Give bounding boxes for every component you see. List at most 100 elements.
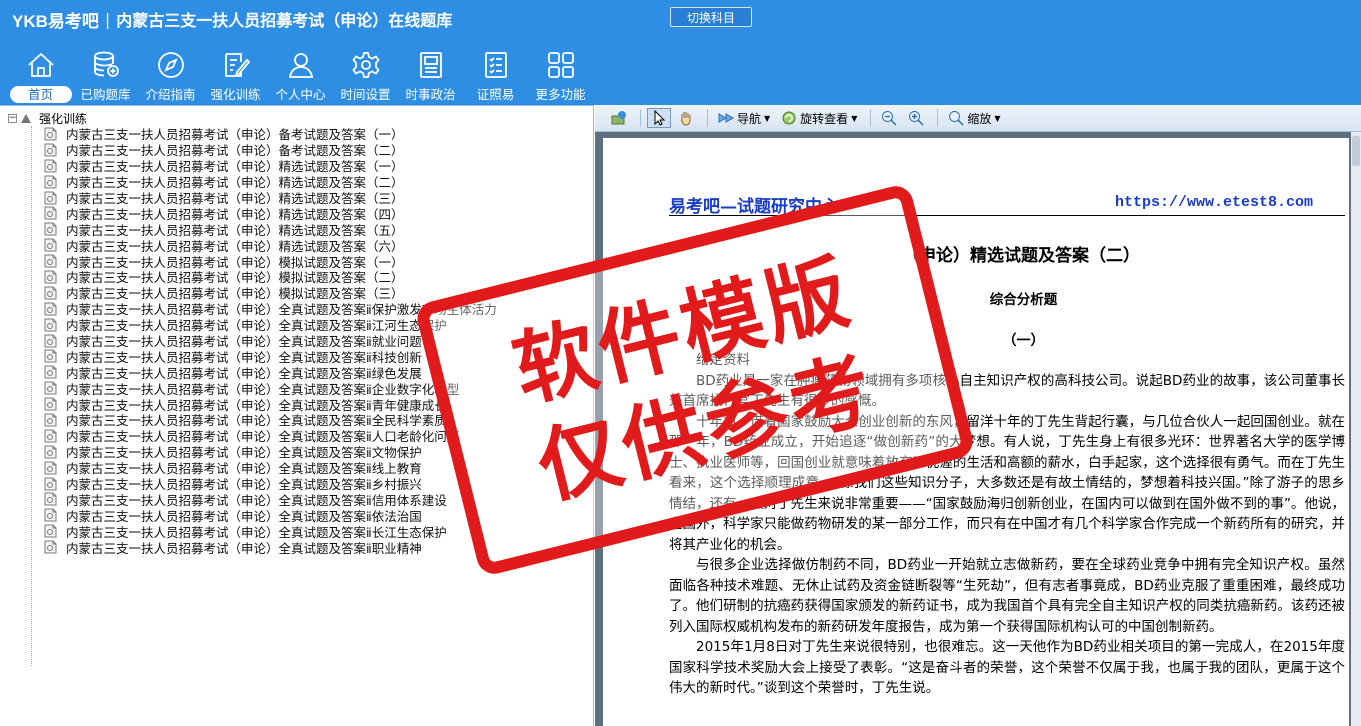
- toolbar-label: 介绍指南: [145, 87, 196, 102]
- paragraph: 2015年1月8日对丁先生来说很特别，也很难忘。这一天他作为BD药业相关项目的第…: [669, 639, 1345, 696]
- save-page-button[interactable]: [607, 108, 631, 128]
- tree-root[interactable]: − 强化训练: [8, 111, 87, 126]
- hand-tool-button[interactable]: [674, 108, 698, 128]
- toolbar-training[interactable]: 强化训练: [203, 48, 268, 104]
- zoom-in-button[interactable]: [904, 108, 928, 128]
- database-icon: [91, 50, 121, 80]
- chevron-down-icon: ▼: [851, 113, 858, 123]
- toolbar-certificate[interactable]: 证照易: [463, 48, 528, 104]
- toolbar-label: 已购题库: [80, 87, 131, 102]
- root-folder-icon: [21, 113, 31, 123]
- document-icon: [44, 127, 57, 141]
- tree-guide-line: [31, 126, 32, 666]
- nav-icon: [718, 113, 734, 123]
- paragraph: 与很多企业选择做仿制药不同，BD药业一开始就立志做新药，要在全球药业竞争中拥有完…: [669, 557, 1345, 635]
- zoom-label: 缩放: [967, 111, 992, 126]
- zoom-menu-button[interactable]: 缩放 ▼: [944, 108, 1004, 128]
- document-icon: [44, 206, 57, 220]
- toolbar-separator: [870, 109, 872, 127]
- document-icon: [44, 492, 57, 506]
- document-icon: [44, 540, 57, 554]
- document-icon: [44, 381, 57, 395]
- document-icon: [44, 349, 57, 363]
- rotate-icon: [782, 111, 796, 125]
- document-icon: [44, 413, 57, 427]
- toolbar-label: 强化训练: [210, 87, 261, 102]
- tree-item[interactable]: 内蒙古三支一扶人员招募考试（申论）全真试题及答案ⅱ职业精神: [44, 539, 497, 556]
- switch-subject-button[interactable]: 切换科目: [670, 7, 752, 27]
- edit-icon: [221, 50, 251, 80]
- document-icon: [44, 397, 57, 411]
- document-icon: [44, 254, 57, 268]
- document-icon: [44, 445, 57, 459]
- zoom-in-icon: [909, 111, 924, 126]
- cursor-icon: [654, 110, 666, 126]
- hand-icon: [681, 112, 691, 126]
- compass-icon: [156, 50, 186, 80]
- nav-menu-button[interactable]: 导航 ▼: [714, 108, 774, 128]
- newspaper-icon: [416, 50, 446, 80]
- document-icon: [44, 238, 57, 252]
- document-icon: [44, 461, 57, 475]
- rotate-menu-button[interactable]: 旋转查看 ▼: [777, 108, 861, 128]
- tree-item-label: 内蒙古三支一扶人员招募考试（申论）全真试题及答案ⅱ职业精神: [66, 540, 422, 556]
- viewer-toolbar: 导航 ▼ 旋转查看 ▼ 缩放 ▼: [595, 105, 1361, 132]
- rotate-label: 旋转查看: [800, 111, 849, 126]
- document-icon: [44, 143, 57, 157]
- toolbar-profile[interactable]: 个人中心: [268, 48, 333, 104]
- scrollbar-thumb[interactable]: [1352, 136, 1360, 166]
- document-icon: [44, 477, 57, 491]
- toolbar-current-affairs[interactable]: 时事政治: [398, 48, 463, 104]
- zoom-out-icon: [882, 111, 897, 126]
- toolbar-separator: [937, 109, 939, 127]
- chevron-down-icon: ▼: [994, 113, 1001, 123]
- document-icon: [44, 175, 57, 189]
- chevron-down-icon: ▼: [764, 113, 771, 123]
- home-icon: [26, 50, 56, 80]
- document-icon: [44, 508, 57, 522]
- app-title-text: 内蒙古三支一扶人员招募考试（申论）在线题库: [116, 11, 453, 30]
- grid-icon: [546, 50, 576, 80]
- document-icon: [44, 334, 57, 348]
- document-icon: [44, 524, 57, 538]
- document-icon: [44, 270, 57, 284]
- document-icon: [44, 302, 57, 316]
- app-logo: YKB易考吧: [12, 11, 99, 31]
- main-toolbar: 首页 已购题库 介绍指南 强化训练 个人中心 时间设置 时事政治 证照易 更多功…: [8, 48, 593, 104]
- document-icon: [44, 286, 57, 300]
- user-icon: [286, 50, 316, 80]
- toolbar-home[interactable]: 首页: [8, 48, 73, 104]
- toolbar-label: 个人中心: [275, 87, 326, 102]
- app-header: YKB易考吧 | 内蒙古三支一扶人员招募考试（申论）在线题库 切换科目 首页 已…: [0, 0, 1361, 105]
- document-icon: [44, 429, 57, 443]
- save-page-icon: [611, 111, 626, 125]
- nav-label: 导航: [737, 111, 762, 126]
- page-header: 易考吧—试题研究中心 https://www.etest8.com: [669, 192, 1345, 217]
- checklist-icon: [481, 50, 511, 80]
- select-tool-button[interactable]: [647, 108, 671, 128]
- zoom-out-button[interactable]: [877, 108, 901, 128]
- toolbar-time-settings[interactable]: 时间设置: [333, 48, 398, 104]
- toolbar-label: 时间设置: [340, 87, 391, 102]
- magnifier-icon: [949, 111, 964, 126]
- collapse-icon[interactable]: −: [8, 113, 17, 123]
- vertical-scrollbar[interactable]: [1351, 132, 1361, 726]
- page-header-url[interactable]: https://www.etest8.com: [1115, 194, 1313, 211]
- gear-icon: [351, 50, 381, 80]
- toolbar-label: 更多功能: [535, 87, 586, 102]
- title-separator: |: [104, 9, 111, 29]
- toolbar-purchased[interactable]: 已购题库: [73, 48, 138, 104]
- document-icon: [44, 365, 57, 379]
- toolbar-more[interactable]: 更多功能: [528, 48, 593, 104]
- toolbar-label: 时事政治: [405, 87, 456, 102]
- toolbar-label: 证照易: [476, 87, 515, 102]
- toolbar-separator: [707, 109, 708, 127]
- document-icon: [44, 159, 57, 173]
- app-title: YKB易考吧 | 内蒙古三支一扶人员招募考试（申论）在线题库: [12, 8, 453, 31]
- document-icon: [44, 318, 57, 332]
- toolbar-guide[interactable]: 介绍指南: [138, 48, 203, 104]
- document-icon: [44, 222, 57, 236]
- toolbar-separator: [640, 109, 641, 127]
- document-icon: [44, 191, 57, 204]
- toolbar-label: 首页: [9, 86, 72, 103]
